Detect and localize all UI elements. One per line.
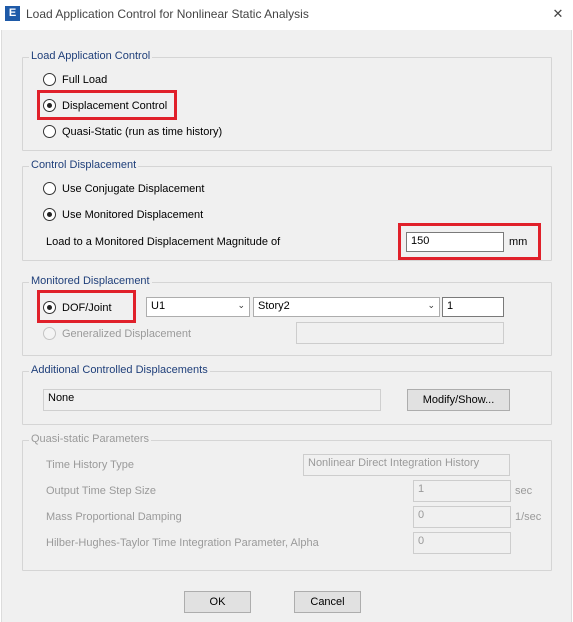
quasi-static-radio[interactable] [43, 125, 56, 138]
dof-dropdown-value: U1 [151, 300, 166, 312]
close-icon[interactable]: ✕ [548, 4, 568, 24]
additional-controlled-value: None [43, 389, 381, 411]
full-load-label[interactable]: Full Load [62, 74, 107, 86]
load-application-control-legend: Load Application Control [29, 50, 153, 62]
quasi-static-parameters-legend: Quasi-static Parameters [29, 433, 151, 445]
chevron-down-icon: ⌄ [237, 300, 245, 310]
joint-input[interactable]: 1 [442, 297, 504, 317]
dof-dropdown[interactable]: U1 ⌄ [146, 297, 250, 317]
generalized-displacement-input[interactable] [296, 322, 504, 344]
app-logo-icon: E [5, 6, 20, 21]
conjugate-displacement-radio[interactable] [43, 182, 56, 195]
dof-joint-highlight [37, 290, 136, 323]
additional-controlled-legend: Additional Controlled Displacements [29, 364, 210, 376]
output-step-input[interactable]: 1 [413, 480, 511, 502]
output-step-label: Output Time Step Size [46, 485, 157, 497]
cancel-button[interactable]: Cancel [294, 591, 361, 613]
generalized-displacement-label: Generalized Displacement [62, 328, 192, 340]
hht-alpha-input[interactable]: 0 [413, 532, 511, 554]
ok-button[interactable]: OK [184, 591, 251, 613]
full-load-radio[interactable] [43, 73, 56, 86]
story-dropdown[interactable]: Story2 ⌄ [253, 297, 440, 317]
story-dropdown-value: Story2 [258, 300, 290, 312]
time-history-type-label: Time History Type [46, 459, 135, 471]
monitored-displacement-legend: Monitored Displacement [29, 275, 152, 287]
monitored-displacement-label[interactable]: Use Monitored Displacement [62, 209, 203, 221]
generalized-displacement-radio[interactable] [43, 327, 56, 340]
time-history-type-field[interactable]: Nonlinear Direct Integration History [303, 454, 510, 476]
magnitude-highlight [398, 223, 541, 260]
mass-damping-label: Mass Proportional Damping [46, 511, 182, 523]
control-displacement-legend: Control Displacement [29, 159, 139, 171]
window-title: Load Application Control for Nonlinear S… [26, 7, 309, 21]
modify-show-button[interactable]: Modify/Show... [407, 389, 510, 411]
mass-damping-input[interactable]: 0 [413, 506, 511, 528]
hht-alpha-label: Hilber-Hughes-Taylor Time Integration Pa… [46, 537, 319, 549]
output-step-unit: sec [515, 485, 533, 497]
magnitude-label: Load to a Monitored Displacement Magnitu… [46, 236, 281, 248]
chevron-down-icon: ⌄ [427, 300, 435, 310]
displacement-control-highlight [37, 90, 177, 120]
mass-damping-unit: 1/sec [515, 511, 542, 523]
monitored-displacement-radio[interactable] [43, 208, 56, 221]
conjugate-displacement-label[interactable]: Use Conjugate Displacement [62, 183, 204, 195]
quasi-static-label[interactable]: Quasi-Static (run as time history) [62, 126, 222, 138]
